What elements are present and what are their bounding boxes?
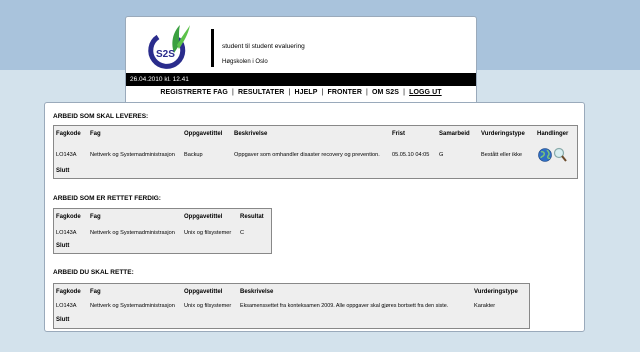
- end-marker: Slutt: [56, 243, 70, 249]
- section-title-to-grade: ARBEID DU SKAL RETTE:: [53, 269, 134, 276]
- logo-text: S2S: [156, 49, 175, 60]
- cell-fagkode: LO143A: [56, 230, 77, 236]
- nav-separator: |: [232, 89, 234, 96]
- col-oppgavetittel: Oppgavetittel: [184, 131, 223, 137]
- cell-resultat: C: [240, 230, 245, 236]
- tagline: student til student evaluering: [222, 43, 305, 50]
- header-divider: [211, 29, 214, 67]
- main-content: ARBEID SOM SKAL LEVERES: Fagkode Fag Opp…: [44, 102, 585, 332]
- nav-separator: |: [403, 89, 406, 96]
- col-vurderingstype: Vurderingstype: [481, 131, 525, 137]
- cell-beskrivelse: Oppgaver som omhandler disaster recovery…: [234, 152, 380, 158]
- nav-om-s2s[interactable]: OM S2S: [372, 89, 399, 96]
- date-bar: 26.04.2010 kl. 12.41: [126, 73, 476, 86]
- nav-separator: |: [288, 89, 291, 96]
- magnifier-icon[interactable]: [553, 147, 567, 162]
- cell-fag: Nettverk og Systemadministrasjon: [90, 303, 175, 309]
- section-title-to-deliver: ARBEID SOM SKAL LEVERES:: [53, 113, 149, 120]
- cell-oppgavetittel: Unix og filsystemer: [184, 303, 232, 309]
- col-fag: Fag: [90, 289, 101, 295]
- nav-fronter[interactable]: FRONTER: [327, 89, 362, 96]
- col-vurderingstype: Vurderingstype: [474, 289, 518, 295]
- end-marker: Slutt: [56, 168, 70, 174]
- cell-fagkode: LO143A: [56, 152, 77, 158]
- cell-vurderingstype: Karakter: [474, 303, 496, 309]
- cell-fagkode: LO143A: [56, 303, 77, 309]
- cell-oppgavetittel: Backup: [184, 152, 203, 158]
- nav-separator: |: [366, 89, 368, 96]
- cell-vurderingstype: Bestått eller ikke: [481, 152, 523, 158]
- col-fagkode: Fagkode: [56, 131, 81, 137]
- col-oppgavetittel: Oppgavetittel: [184, 289, 223, 295]
- header: S2S student til student evaluering Høgsk…: [125, 16, 477, 103]
- main-nav: REGISTRERTE FAG | RESULTATER | HJELP | F…: [126, 89, 476, 96]
- current-datetime: 26.04.2010 kl. 12.41: [130, 76, 189, 83]
- col-oppgavetittel: Oppgavetittel: [184, 214, 223, 220]
- col-samarbeid: Samarbeid: [439, 131, 470, 137]
- col-resultat: Resultat: [240, 214, 264, 220]
- s2s-logo: S2S: [148, 25, 190, 69]
- nav-logg-ut[interactable]: LOGG UT: [409, 89, 442, 96]
- cell-fag: Nettverk og Systemadministrasjon: [90, 152, 175, 158]
- nav-resultater[interactable]: RESULTATER: [238, 89, 285, 96]
- col-beskrivelse: Beskrivelse: [234, 131, 268, 137]
- cell-oppgavetittel: Unix og filsystemer: [184, 230, 232, 236]
- nav-hjelp[interactable]: HJELP: [294, 89, 317, 96]
- to-grade-table: Fagkode Fag Oppgavetittel Beskrivelse Vu…: [53, 283, 530, 329]
- section-title-graded: ARBEID SOM ER RETTET FERDIG:: [53, 195, 161, 202]
- col-fagkode: Fagkode: [56, 214, 81, 220]
- school-name: Høgskolen i Oslo: [222, 59, 268, 65]
- cell-fag: Nettverk og Systemadministrasjon: [90, 230, 175, 236]
- globe-icon[interactable]: [538, 148, 552, 162]
- col-handlinger: Handlinger: [537, 131, 569, 137]
- nav-separator: |: [321, 89, 324, 96]
- col-fag: Fag: [90, 214, 101, 220]
- col-fagkode: Fagkode: [56, 289, 81, 295]
- nav-registrerte-fag[interactable]: REGISTRERTE FAG: [160, 89, 228, 96]
- cell-samarbeid: G: [439, 152, 444, 158]
- cell-beskrivelse: Eksamenssettet fra konteksamen 2009. All…: [240, 303, 449, 309]
- end-marker: Slutt: [56, 317, 70, 323]
- to-deliver-table: Fagkode Fag Oppgavetittel Beskrivelse Fr…: [53, 125, 578, 179]
- col-fag: Fag: [90, 131, 101, 137]
- actions-icons: [538, 147, 567, 162]
- col-frist: Frist: [392, 131, 406, 137]
- graded-table: Fagkode Fag Oppgavetittel Resultat LO143…: [53, 208, 272, 254]
- col-beskrivelse: Beskrivelse: [240, 289, 274, 295]
- cell-frist: 05.05.10 04:05: [392, 152, 430, 158]
